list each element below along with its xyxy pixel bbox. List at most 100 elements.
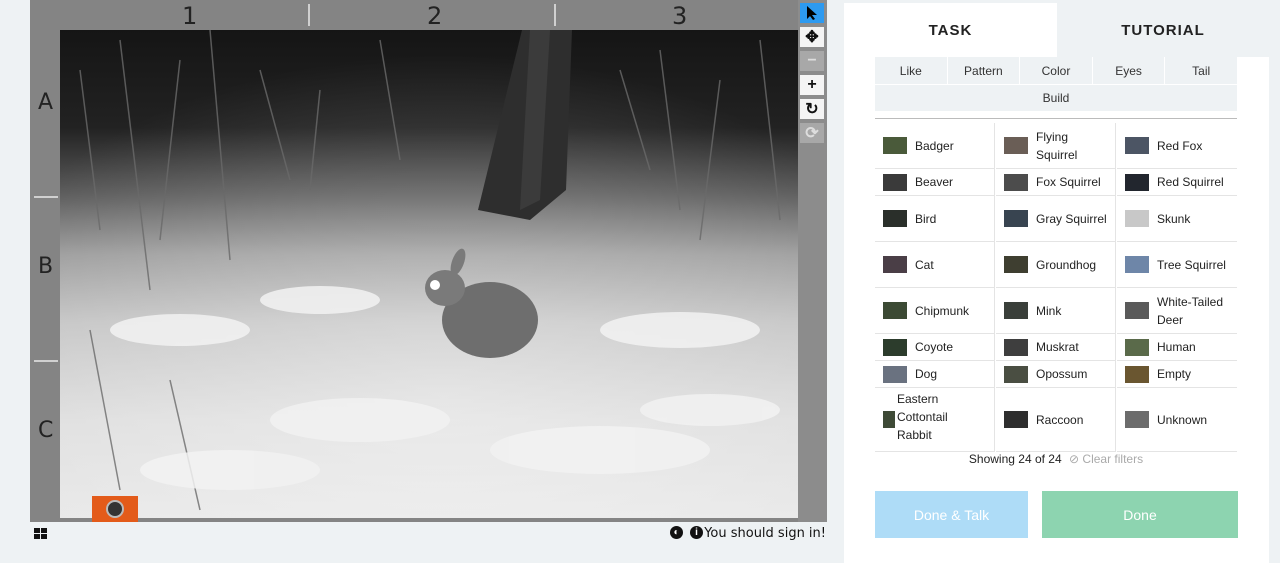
species-name: Opossum bbox=[1036, 367, 1088, 381]
species-name: Gray Squirrel bbox=[1036, 211, 1107, 226]
pan-tool-button[interactable]: ✥ bbox=[800, 27, 824, 47]
species-thumbnail bbox=[1004, 338, 1028, 356]
zoom-in-icon: + bbox=[807, 76, 817, 93]
species-name: Chipmunk bbox=[915, 303, 970, 318]
species-thumbnail bbox=[1125, 256, 1149, 273]
species-option[interactable]: Tree Squirrel bbox=[1117, 242, 1237, 288]
species-option[interactable]: Unknown bbox=[1117, 388, 1237, 452]
species-name: Cat bbox=[915, 257, 934, 272]
clear-icon: ⊘ bbox=[1069, 452, 1080, 466]
species-option[interactable]: Opossum bbox=[996, 361, 1116, 388]
species-name: Unknown bbox=[1157, 412, 1208, 427]
tab-bar: TASK TUTORIAL bbox=[844, 3, 1269, 57]
done-button[interactable]: Done bbox=[1042, 491, 1238, 538]
species-thumbnail bbox=[1004, 365, 1028, 383]
done-and-talk-button[interactable]: Done & Talk bbox=[875, 491, 1028, 538]
showing-text: Showing 24 of 24 bbox=[968, 452, 1062, 466]
species-name: Raccoon bbox=[1036, 412, 1084, 427]
filter-pattern[interactable]: Pattern bbox=[948, 57, 1021, 84]
species-option[interactable]: Chipmunk bbox=[875, 288, 995, 334]
reset-button[interactable]: ⟳ bbox=[800, 123, 824, 143]
species-name: White-Tailed Deer bbox=[1157, 294, 1224, 327]
signin-prompt: You should sign in! bbox=[704, 526, 826, 541]
filter-like[interactable]: Like bbox=[875, 57, 948, 84]
species-thumbnail bbox=[1125, 137, 1149, 154]
species-option[interactable]: Red Fox bbox=[1117, 123, 1237, 169]
species-thumbnail bbox=[1125, 210, 1149, 227]
species-thumbnail bbox=[1004, 302, 1028, 319]
species-thumbnail bbox=[1004, 137, 1028, 154]
species-option[interactable]: Human bbox=[1117, 334, 1237, 361]
species-name: Flying Squirrel bbox=[1036, 129, 1078, 162]
grid-icon[interactable] bbox=[34, 528, 48, 540]
column-divider bbox=[554, 4, 556, 26]
divider bbox=[875, 118, 1237, 119]
species-thumbnail bbox=[1004, 256, 1028, 273]
species-option[interactable]: Coyote bbox=[875, 334, 995, 361]
species-option[interactable]: Mink bbox=[996, 288, 1116, 334]
filter-build[interactable]: Build bbox=[875, 85, 1237, 111]
filter-eyes[interactable]: Eyes bbox=[1093, 57, 1166, 84]
pointer-icon bbox=[807, 6, 817, 20]
filter-tail[interactable]: Tail bbox=[1165, 57, 1237, 84]
species-option[interactable]: Gray Squirrel bbox=[996, 196, 1116, 242]
species-option[interactable]: Empty bbox=[1117, 361, 1237, 388]
viewer-toolbar: ✥ − + ↻ ⟳ bbox=[798, 0, 827, 522]
column-label: 1 bbox=[182, 2, 198, 30]
rotate-icon: ↻ bbox=[805, 101, 819, 118]
species-name: Dog bbox=[915, 367, 938, 381]
subject-viewer: 1 2 3 A B C bbox=[30, 0, 798, 522]
species-option[interactable]: Badger bbox=[875, 123, 995, 169]
species-option[interactable]: White-Tailed Deer bbox=[1117, 288, 1237, 334]
species-thumbnail bbox=[1125, 411, 1149, 428]
species-thumbnail bbox=[883, 338, 907, 356]
species-thumbnail bbox=[883, 137, 907, 154]
species-thumbnail bbox=[883, 302, 907, 319]
reset-icon: ⟳ bbox=[805, 125, 819, 142]
species-thumbnail bbox=[883, 173, 907, 191]
rotate-button[interactable]: ↻ bbox=[800, 99, 824, 119]
pointer-tool-button[interactable] bbox=[800, 3, 824, 23]
species-option[interactable]: Skunk bbox=[1117, 196, 1237, 242]
column-divider bbox=[308, 4, 310, 26]
species-option[interactable]: Fox Squirrel bbox=[996, 169, 1116, 196]
species-option[interactable]: Beaver bbox=[875, 169, 995, 196]
species-name: Bird bbox=[915, 211, 937, 226]
species-name: Eastern Cottontail Rabbit bbox=[897, 391, 948, 442]
zoom-out-button[interactable]: − bbox=[800, 51, 824, 71]
filter-color[interactable]: Color bbox=[1020, 57, 1093, 84]
species-count: Showing 24 of 24 ⊘ Clear filters bbox=[875, 452, 1237, 466]
species-name: Red Squirrel bbox=[1157, 175, 1224, 189]
species-name: Tree Squirrel bbox=[1157, 257, 1226, 272]
classifier-panel: TASK TUTORIAL Like Pattern Color Eyes Ta… bbox=[844, 3, 1269, 563]
info-icon[interactable]: i bbox=[690, 526, 703, 539]
species-option[interactable]: Cat bbox=[875, 242, 995, 288]
column-label: 3 bbox=[672, 2, 688, 30]
species-option[interactable]: Dog bbox=[875, 361, 995, 388]
species-name: Beaver bbox=[915, 175, 954, 189]
camera-trap-image[interactable] bbox=[60, 30, 798, 518]
species-option[interactable]: Red Squirrel bbox=[1117, 169, 1237, 196]
zoom-in-button[interactable]: + bbox=[800, 75, 824, 95]
species-name: Badger bbox=[915, 138, 954, 153]
species-thumbnail bbox=[1004, 210, 1028, 227]
species-option[interactable]: Groundhog bbox=[996, 242, 1116, 288]
contrast-icon[interactable]: ◐ bbox=[670, 526, 683, 539]
clear-filters-button[interactable]: ⊘ Clear filters bbox=[1069, 452, 1143, 466]
filter-row: Like Pattern Color Eyes Tail bbox=[875, 57, 1237, 84]
species-thumbnail bbox=[883, 210, 907, 227]
species-option[interactable]: Bird bbox=[875, 196, 995, 242]
species-option[interactable]: Flying Squirrel bbox=[996, 123, 1116, 169]
species-name: Human bbox=[1157, 340, 1196, 354]
row-divider bbox=[34, 196, 58, 198]
species-option[interactable]: Raccoon bbox=[996, 388, 1116, 452]
camera-badge bbox=[92, 496, 138, 522]
tab-tutorial[interactable]: TUTORIAL bbox=[1057, 3, 1269, 57]
row-divider bbox=[34, 360, 58, 362]
tab-task[interactable]: TASK bbox=[844, 3, 1057, 57]
zoom-out-icon: − bbox=[807, 52, 817, 69]
species-option[interactable]: Muskrat bbox=[996, 334, 1116, 361]
species-name: Muskrat bbox=[1036, 340, 1079, 354]
species-option[interactable]: Eastern Cottontail Rabbit bbox=[875, 388, 995, 452]
species-name: Mink bbox=[1036, 303, 1062, 318]
